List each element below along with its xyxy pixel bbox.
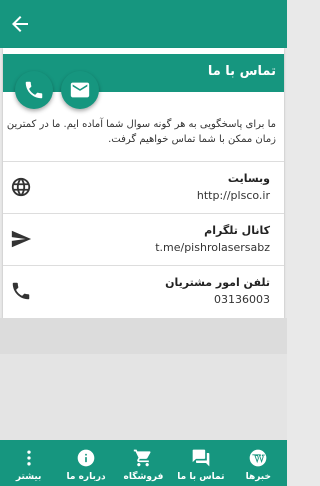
nav-item-more[interactable]: بیشتر xyxy=(0,440,57,486)
app-bar xyxy=(0,0,287,48)
website-row[interactable]: وبسایت http://plsco.ir xyxy=(3,162,284,214)
nav-label: بیشتر xyxy=(15,472,42,482)
nav-item-news[interactable]: خبرها xyxy=(230,440,287,486)
phone-icon xyxy=(12,282,30,300)
email-icon xyxy=(70,82,90,98)
more-vertical-icon xyxy=(18,447,40,469)
info-icon xyxy=(75,447,97,469)
phone-number[interactable]: 03136003 xyxy=(214,293,270,306)
call-fab-button[interactable] xyxy=(15,71,53,109)
nav-label: تماس با ما xyxy=(177,472,225,482)
chat-icon xyxy=(190,447,212,469)
arrow-back-icon[interactable] xyxy=(8,12,32,36)
nav-label: فروشگاه xyxy=(123,472,164,482)
page-title: تماس با ما xyxy=(207,64,276,79)
globe-icon xyxy=(11,177,31,197)
row-title: وبسایت xyxy=(227,172,270,185)
nav-item-shop[interactable]: فروشگاه xyxy=(115,440,172,486)
nav-label: خبرها xyxy=(245,472,271,482)
nav-item-about[interactable]: درباره ما xyxy=(57,440,114,486)
contact-description: ما برای پاسخگویی به هر گونه سوال شما آما… xyxy=(6,119,276,145)
row-title: کانال تلگرام xyxy=(204,224,270,237)
row-title: تلفن امور مشتریان xyxy=(165,276,270,289)
telegram-row[interactable]: کانال تلگرام t.me/pishrolasersabz xyxy=(3,214,284,266)
nav-label: درباره ما xyxy=(66,472,106,482)
nav-item-contact[interactable]: تماس با ما xyxy=(172,440,229,486)
wordpress-icon xyxy=(247,447,269,469)
phone-icon xyxy=(25,81,43,99)
email-fab-button[interactable] xyxy=(61,71,99,109)
telegram-link[interactable]: t.me/pishrolasersabz xyxy=(155,241,270,254)
website-link[interactable]: http://plsco.ir xyxy=(197,189,270,202)
send-icon xyxy=(11,230,32,248)
phone-row[interactable]: تلفن امور مشتریان 03136003 xyxy=(3,266,284,318)
divider xyxy=(0,318,287,354)
cart-icon xyxy=(132,447,154,469)
bottom-navigation: خبرها تماس با ما فروشگاه درباره ما بیشتر xyxy=(0,440,287,486)
